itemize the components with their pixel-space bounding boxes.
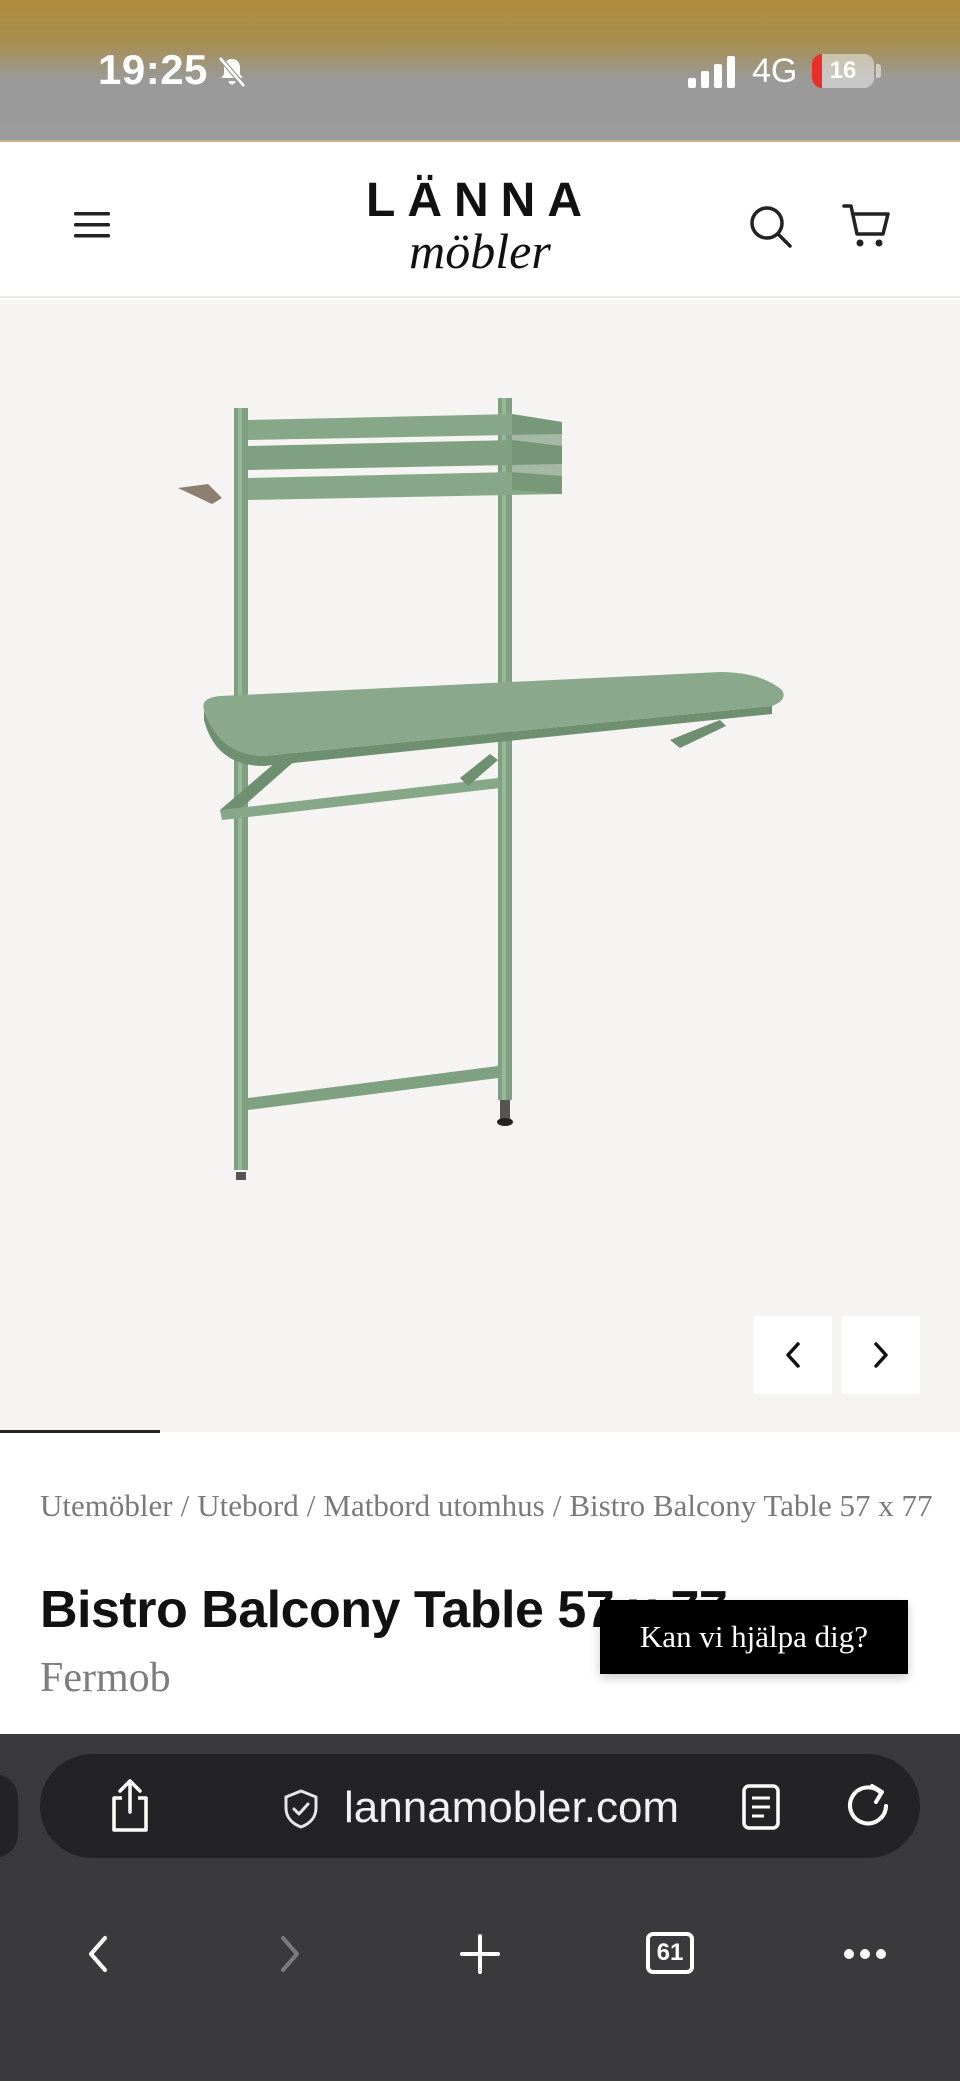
help-chat-button[interactable]: Kan vi hjälpa dig? bbox=[600, 1600, 908, 1674]
breadcrumb: Utemöbler / Utebord / Matbord utomhus / Bistro… bbox=[40, 1488, 960, 1532]
logo-bottom-text: möbler bbox=[409, 223, 551, 279]
gallery-prev-button[interactable] bbox=[754, 1316, 832, 1394]
breadcrumb-separator: / bbox=[180, 1488, 190, 1523]
reload-icon[interactable] bbox=[842, 1780, 894, 1832]
product-gallery[interactable] bbox=[0, 300, 960, 1432]
search-icon[interactable] bbox=[746, 202, 794, 250]
bell-muted-icon bbox=[218, 56, 246, 88]
chevron-right-icon bbox=[874, 1342, 888, 1368]
browser-toolbar: lannamobler.com 61 bbox=[0, 1734, 960, 2081]
site-logo[interactable]: LÄNNA möbler bbox=[300, 174, 660, 284]
balcony-table-illustration bbox=[178, 398, 784, 1180]
battery-tip bbox=[876, 64, 881, 78]
status-bar: 19:25 4G 16 bbox=[0, 0, 960, 142]
battery-indicator: 16 bbox=[812, 54, 874, 88]
back-button[interactable] bbox=[72, 1914, 124, 1994]
status-ghost-text bbox=[40, 10, 920, 40]
browser-bottom-toolbar: 61 bbox=[0, 1914, 960, 2034]
url-text[interactable]: lannamobler.com bbox=[344, 1780, 679, 1836]
shield-icon bbox=[284, 1789, 318, 1829]
network-label: 4G bbox=[752, 52, 798, 90]
new-tab-icon bbox=[460, 1934, 500, 1974]
gallery-next-button[interactable] bbox=[842, 1316, 920, 1394]
tabs-button[interactable]: 61 bbox=[646, 1932, 694, 1974]
more-icon bbox=[844, 1949, 886, 1959]
breadcrumb-separator: / bbox=[552, 1488, 562, 1523]
breadcrumb-separator: / bbox=[306, 1488, 316, 1523]
page: 19:25 4G 16 LÄNNA möbler Utemöbler / Ute… bbox=[0, 0, 960, 2081]
product-image[interactable] bbox=[160, 380, 800, 1180]
breadcrumb-item-matbord-utomhus[interactable]: Matbord utomhus bbox=[323, 1488, 544, 1523]
signal-icon bbox=[688, 56, 735, 88]
new-tab-button[interactable] bbox=[456, 1914, 504, 1994]
battery-level: 16 bbox=[829, 57, 857, 84]
address-bar[interactable]: lannamobler.com bbox=[40, 1754, 920, 1858]
breadcrumb-item-utemobler[interactable]: Utemöbler bbox=[40, 1488, 173, 1523]
menu-icon[interactable] bbox=[70, 208, 114, 242]
status-time: 19:25 bbox=[98, 46, 208, 93]
product-brand[interactable]: Fermob bbox=[40, 1654, 171, 1702]
logo-top-text: LÄNNA bbox=[366, 174, 594, 227]
more-button[interactable] bbox=[838, 1914, 892, 1994]
forward-button[interactable] bbox=[264, 1914, 316, 1994]
forward-icon bbox=[281, 1936, 299, 1972]
cart-icon[interactable] bbox=[842, 202, 892, 250]
gallery-progress-indicator bbox=[0, 1430, 160, 1433]
site-header: LÄNNA möbler bbox=[0, 144, 960, 298]
back-icon bbox=[89, 1936, 107, 1972]
share-icon[interactable] bbox=[106, 1778, 154, 1834]
previous-tab-peek[interactable] bbox=[0, 1774, 18, 1858]
chevron-left-icon bbox=[786, 1342, 800, 1368]
reader-icon[interactable] bbox=[740, 1782, 782, 1832]
breadcrumb-item-utebord[interactable]: Utebord bbox=[197, 1488, 299, 1523]
breadcrumb-item-current: Bistro Balcony Table 57 x 77 bbox=[569, 1488, 933, 1523]
